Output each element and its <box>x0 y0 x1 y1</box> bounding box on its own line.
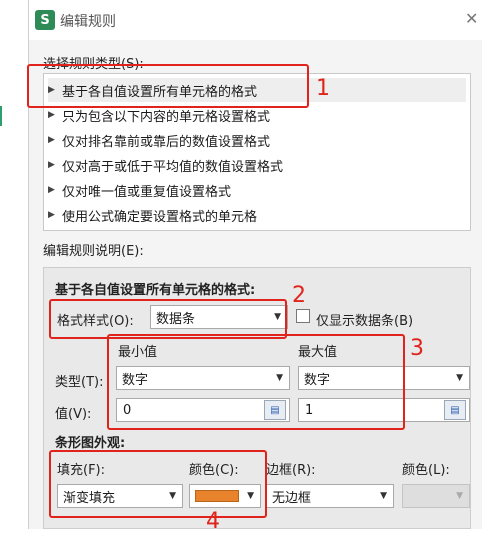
dropdown-caret-icon: ▼ <box>380 491 387 501</box>
only-show-bar-checkbox[interactable] <box>296 309 310 323</box>
description-heading: 基于各自值设置所有单元格的格式: <box>55 283 256 298</box>
expand-arrow-icon: ▶ <box>48 110 55 120</box>
dropdown-caret-icon: ▼ <box>456 491 463 501</box>
rule-type-item-label: 仅对高于或低于平均值的数值设置格式 <box>62 159 284 175</box>
annotation-number-4: 4 <box>206 509 220 534</box>
background-window <box>0 0 28 529</box>
only-show-bar-label: 仅显示数据条(B) <box>316 314 414 329</box>
value-label: 值(V): <box>55 407 92 422</box>
annotation-number-1: 1 <box>316 76 330 101</box>
rule-type-item-formula[interactable]: ▶ 使用公式确定要设置格式的单元格 <box>48 203 257 227</box>
close-icon[interactable]: ✕ <box>465 9 478 28</box>
app-icon: S <box>35 10 55 30</box>
range-picker-icon[interactable]: ▤ <box>444 400 466 420</box>
border-color-label: 颜色(L): <box>402 463 450 478</box>
rule-type-item-label: 仅对排名靠前或靠后的数值设置格式 <box>62 134 271 150</box>
annotation-number-3: 3 <box>410 336 424 361</box>
annotation-box-1 <box>27 64 309 108</box>
bar-appearance-heading: 条形图外观: <box>55 436 126 451</box>
expand-arrow-icon: ▶ <box>48 135 55 145</box>
annotation-box-2 <box>49 299 287 339</box>
rule-type-item-top-bottom[interactable]: ▶ 仅对排名靠前或靠后的数值设置格式 <box>48 128 270 152</box>
border-select[interactable]: 无边框 ▼ <box>266 484 394 508</box>
annotation-number-2: 2 <box>292 283 306 308</box>
rule-type-item-average[interactable]: ▶ 仅对高于或低于平均值的数值设置格式 <box>48 153 283 177</box>
background-marker <box>0 106 2 126</box>
edit-description-label: 编辑规则说明(E): <box>43 244 144 259</box>
type-label: 类型(T): <box>55 375 104 390</box>
title-bar: S 编辑规则 ✕ <box>29 0 482 40</box>
rule-type-item-label: 只为包含以下内容的单元格设置格式 <box>62 109 271 125</box>
annotation-box-3 <box>107 334 405 430</box>
border-label: 边框(R): <box>266 463 316 478</box>
dropdown-caret-icon: ▼ <box>456 373 463 383</box>
annotation-box-4 <box>49 450 267 518</box>
border-value: 无边框 <box>272 490 312 506</box>
expand-arrow-icon: ▶ <box>48 210 55 220</box>
rule-type-item-label: 使用公式确定要设置格式的单元格 <box>62 209 258 225</box>
border-color-select: ▼ <box>402 484 470 508</box>
expand-arrow-icon: ▶ <box>48 160 55 170</box>
rule-type-item-label: 仅对唯一值或重复值设置格式 <box>62 184 232 200</box>
rule-type-item-unique-duplicate[interactable]: ▶ 仅对唯一值或重复值设置格式 <box>48 178 231 202</box>
expand-arrow-icon: ▶ <box>48 185 55 195</box>
dialog-title: 编辑规则 <box>60 14 116 30</box>
